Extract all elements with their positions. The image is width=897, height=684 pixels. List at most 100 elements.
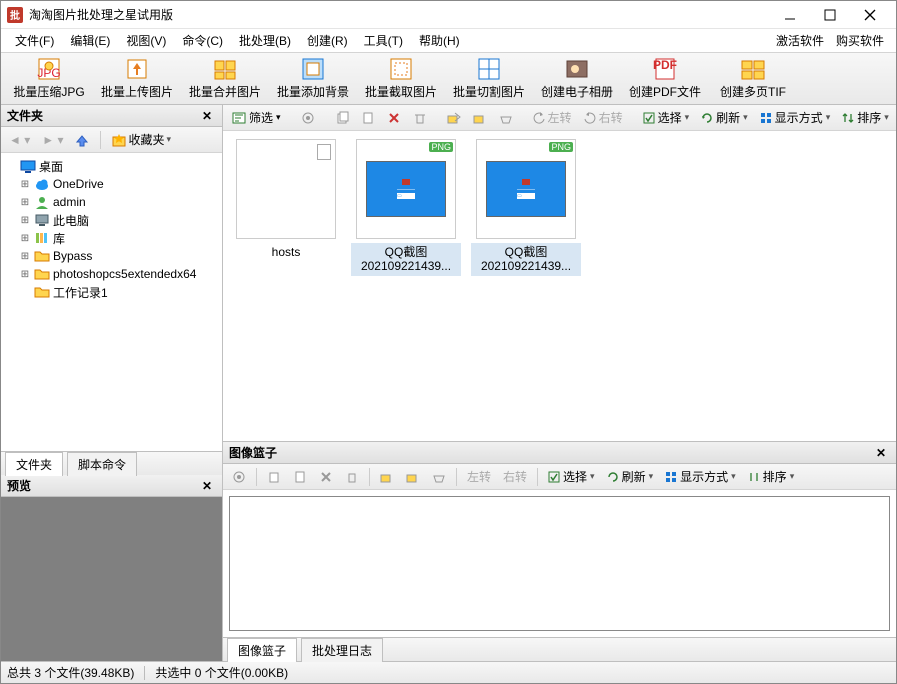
menu-view[interactable]: 视图(V) (118, 30, 174, 51)
basket-close[interactable]: ✕ (872, 446, 890, 460)
view-button[interactable] (296, 108, 320, 128)
tab-batch-log[interactable]: 批处理日志 (301, 638, 383, 662)
thumbnail-item[interactable]: PNG———▭ QQ截图202109221439... (351, 139, 461, 433)
menu-command[interactable]: 命令(C) (174, 30, 231, 51)
tool-merge[interactable]: 批量合并图片 (183, 55, 267, 103)
basket-trash[interactable] (340, 467, 364, 487)
menu-help[interactable]: 帮助(H) (411, 30, 468, 51)
trash-button[interactable] (408, 108, 432, 128)
filter-button[interactable]: 筛选▾ (227, 106, 286, 129)
tree-node-Bypass[interactable]: ⊞Bypass (1, 247, 222, 265)
tree-node-此电脑[interactable]: ⊞此电脑 (1, 211, 222, 229)
nav-back-button[interactable]: ◄ ▾ (5, 131, 34, 149)
close-button[interactable] (850, 1, 890, 29)
basket-delete[interactable] (314, 467, 338, 487)
basket-rotl[interactable]: 左转 (462, 465, 496, 488)
nav-forward-button[interactable]: ► ▾ (38, 131, 67, 149)
thumbnail-item[interactable]: hosts (231, 139, 341, 433)
paste-button[interactable] (356, 108, 380, 128)
expand-toggle[interactable]: ⊞ (19, 179, 31, 190)
nav-up-button[interactable] (71, 131, 93, 149)
basket-copyto[interactable] (401, 467, 425, 487)
activate-link[interactable]: 激活软件 (770, 30, 830, 51)
expand-toggle[interactable]: ⊞ (19, 233, 31, 244)
buy-link[interactable]: 购买软件 (830, 30, 890, 51)
copy-button[interactable] (330, 108, 354, 128)
menu-create[interactable]: 创建(R) (299, 30, 356, 51)
tab-basket[interactable]: 图像篮子 (227, 638, 297, 662)
image-preview: ———▭ (366, 161, 446, 217)
tool-add-bg[interactable]: 批量添加背景 (271, 55, 355, 103)
basket-drop-zone[interactable] (229, 496, 890, 631)
basket-copy[interactable] (262, 467, 286, 487)
maximize-button[interactable] (810, 1, 850, 29)
minimize-button[interactable] (770, 1, 810, 29)
basket-display[interactable]: 显示方式 (660, 465, 741, 488)
rotate-right-button[interactable]: 右转 (579, 106, 628, 129)
background-icon (301, 57, 325, 81)
rotate-left-button[interactable]: 左转 (528, 106, 577, 129)
thumbnail-item[interactable]: PNG———▭ QQ截图202109221439... (471, 139, 581, 433)
tool-cut[interactable]: 批量切割图片 (447, 55, 531, 103)
basket-refresh[interactable]: 刷新 (602, 465, 659, 488)
expand-toggle[interactable]: ⊞ (19, 251, 31, 262)
tab-folder[interactable]: 文件夹 (5, 452, 63, 476)
expand-toggle[interactable]: ⊞ (19, 215, 31, 226)
basket-remove[interactable] (427, 467, 451, 487)
menu-file[interactable]: 文件(F) (7, 30, 62, 51)
thumb-frame (236, 139, 336, 239)
move-to-button[interactable] (442, 108, 466, 128)
title-bar: 批 淘淘图片批处理之星试用版 (1, 1, 896, 29)
rotate-right-label: 右转 (599, 109, 623, 126)
menu-batch[interactable]: 批处理(B) (231, 30, 299, 51)
add-basket-button[interactable] (494, 108, 518, 128)
thumb-frame: PNG———▭ (356, 139, 456, 239)
tree-node-桌面[interactable]: ·桌面 (1, 157, 222, 175)
tree-node-工作记录1[interactable]: ·工作记录1 (1, 283, 222, 301)
thumb-label: QQ截图202109221439... (351, 243, 461, 276)
copy-to-button[interactable] (468, 108, 492, 128)
sort-label: 排序 (857, 109, 881, 126)
display-dropdown[interactable]: 显示方式 (755, 106, 836, 129)
basket-moveto[interactable] (375, 467, 399, 487)
basket-rotr[interactable]: 右转 (498, 465, 532, 488)
folder-panel-header: 文件夹 ✕ (1, 105, 222, 127)
tab-script[interactable]: 脚本命令 (67, 452, 137, 476)
delete-button[interactable] (382, 108, 406, 128)
tree-label: 桌面 (39, 158, 63, 175)
folder-icon (34, 284, 50, 300)
tool-album[interactable]: 创建电子相册 (535, 55, 619, 103)
tool-label: 创建电子相册 (541, 83, 613, 100)
folder-tree[interactable]: ·桌面⊞OneDrive⊞admin⊞此电脑⊞库⊞Bypass⊞photosho… (1, 153, 222, 451)
tree-node-photoshopcs5extendedx64[interactable]: ⊞ photoshopcs5extendedx64 (1, 265, 222, 283)
tree-node-库[interactable]: ⊞库 (1, 229, 222, 247)
select-dropdown[interactable]: 选择 (638, 106, 695, 129)
folder-panel-close[interactable]: ✕ (198, 109, 216, 123)
favorites-dropdown[interactable]: 收藏夹 (108, 129, 175, 150)
tree-node-admin[interactable]: ⊞admin (1, 193, 222, 211)
expand-toggle[interactable]: ⊞ (19, 197, 31, 208)
tool-compress-jpg[interactable]: JPG 批量压缩JPG (7, 55, 91, 103)
refresh-dropdown[interactable]: 刷新 (696, 106, 753, 129)
thumb-label: QQ截图202109221439... (471, 243, 581, 276)
tool-tif[interactable]: 创建多页TIF (711, 55, 795, 103)
sort-dropdown[interactable]: 排序 (837, 106, 894, 129)
preview-close[interactable]: ✕ (198, 479, 216, 493)
tool-crop[interactable]: 批量截取图片 (359, 55, 443, 103)
thumbnails-area[interactable]: hostsPNG———▭QQ截图202109221439...PNG———▭QQ… (223, 131, 896, 441)
tool-pdf[interactable]: PDF 创建PDF文件 (623, 55, 707, 103)
tree-label: photoshopcs5extendedx64 (53, 267, 196, 281)
thumb-frame: PNG———▭ (476, 139, 576, 239)
filter-label: 筛选 (249, 109, 273, 126)
tool-upload[interactable]: 批量上传图片 (95, 55, 179, 103)
expand-toggle[interactable]: ⊞ (19, 269, 31, 280)
tree-node-OneDrive[interactable]: ⊞OneDrive (1, 175, 222, 193)
status-total: 总共 3 个文件(39.48KB) (7, 664, 134, 681)
lib-icon (34, 230, 50, 246)
basket-view[interactable] (227, 467, 251, 487)
basket-select[interactable]: 选择 (543, 465, 600, 488)
basket-paste[interactable] (288, 467, 312, 487)
basket-sort[interactable]: 排序 (743, 465, 800, 488)
menu-tools[interactable]: 工具(T) (356, 30, 411, 51)
menu-edit[interactable]: 编辑(E) (62, 30, 118, 51)
